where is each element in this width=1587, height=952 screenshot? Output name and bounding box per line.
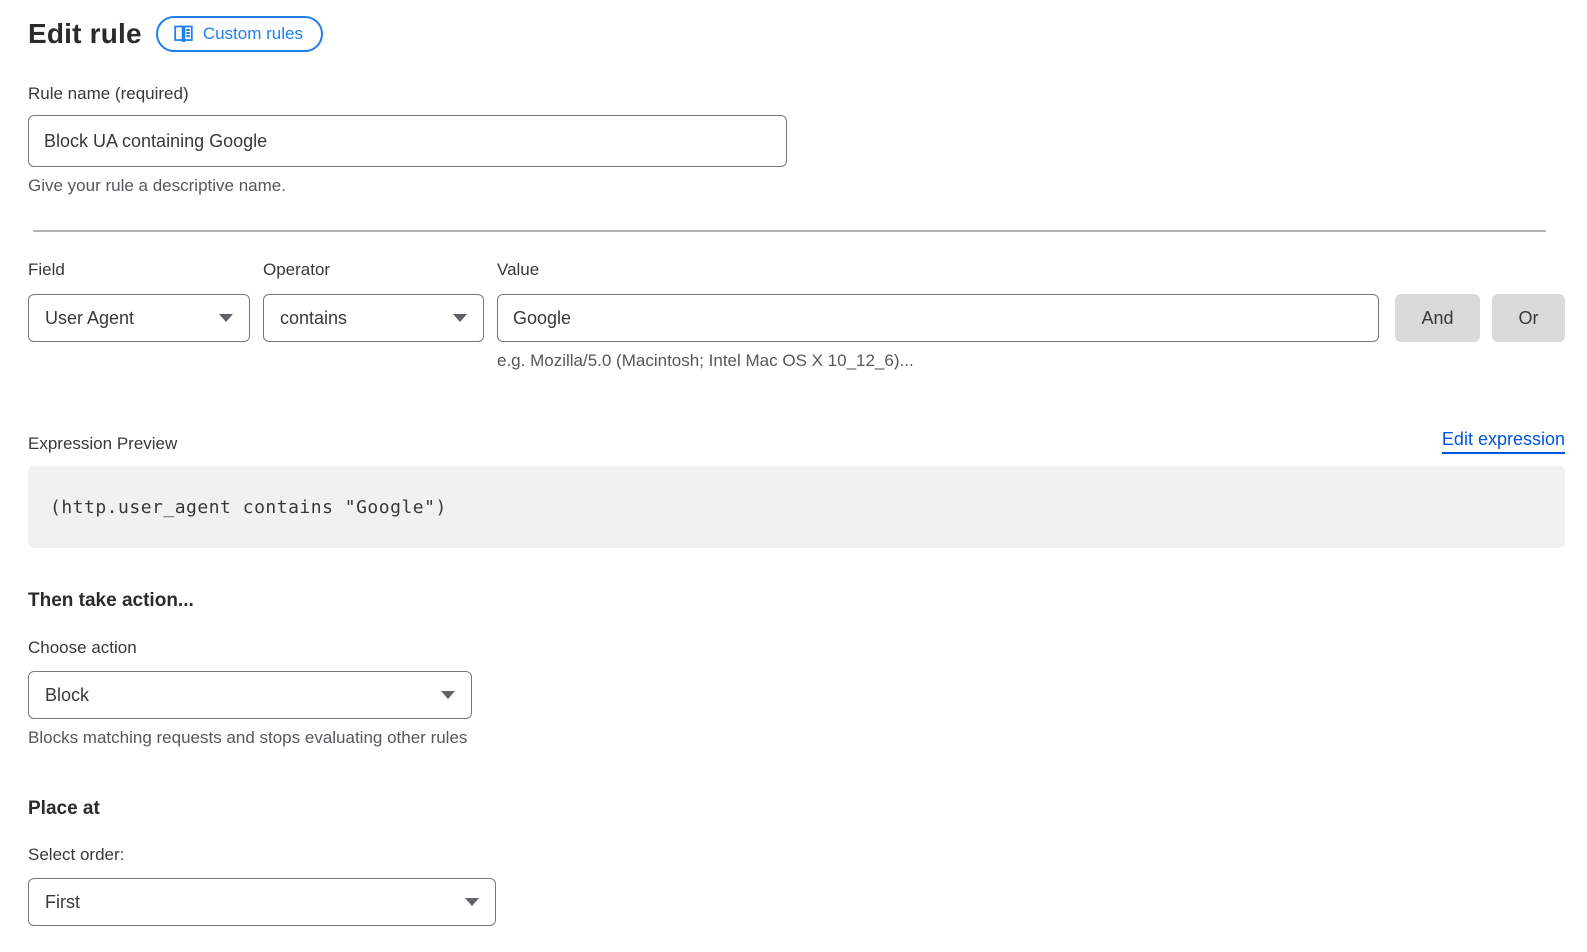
order-select-value: First [45, 892, 80, 913]
open-book-icon [173, 23, 194, 44]
page-title: Edit rule [28, 18, 142, 50]
value-label: Value [497, 260, 1379, 280]
order-select[interactable]: First [28, 878, 496, 926]
field-select[interactable]: User Agent [28, 294, 250, 342]
action-helper: Blocks matching requests and stops evalu… [28, 728, 1565, 748]
rule-name-label: Rule name (required) [28, 84, 1565, 104]
chevron-down-icon [219, 314, 233, 322]
operator-label: Operator [263, 260, 484, 280]
edit-expression-link[interactable]: Edit expression [1442, 429, 1565, 454]
chevron-down-icon [453, 314, 467, 322]
choose-action-label: Choose action [28, 638, 1565, 658]
field-select-value: User Agent [45, 308, 134, 329]
select-order-label: Select order: [28, 845, 1565, 865]
value-input[interactable] [497, 294, 1379, 342]
place-at-heading: Place at [28, 798, 1565, 820]
expression-preview-section: Expression Preview Edit expression (http… [28, 429, 1565, 548]
edit-rule-page: Edit rule Custom rules Rule name (requ [0, 0, 1587, 926]
page-header: Edit rule Custom rules [28, 16, 1565, 52]
field-label: Field [28, 260, 250, 280]
rule-name-input[interactable] [28, 115, 787, 167]
expression-preview-label: Expression Preview [28, 434, 177, 454]
operator-select-value: contains [280, 308, 347, 329]
custom-rules-button-label: Custom rules [203, 24, 303, 44]
chevron-down-icon [441, 691, 455, 699]
placement-section: Place at Select order: First [28, 798, 1565, 926]
action-select[interactable]: Block [28, 671, 472, 719]
custom-rules-button[interactable]: Custom rules [156, 16, 323, 52]
section-divider [33, 230, 1546, 232]
rule-name-section: Rule name (required) Give your rule a de… [28, 84, 1565, 196]
expression-code-box: (http.user_agent contains "Google") [28, 466, 1565, 548]
action-select-value: Block [45, 685, 89, 706]
value-helper: e.g. Mozilla/5.0 (Macintosh; Intel Mac O… [497, 351, 1565, 371]
expression-code: (http.user_agent contains "Google") [50, 497, 447, 518]
and-button[interactable]: And [1395, 294, 1480, 342]
chevron-down-icon [465, 898, 479, 906]
action-section: Then take action... Choose action Block … [28, 590, 1565, 748]
operator-select[interactable]: contains [263, 294, 484, 342]
or-button[interactable]: Or [1492, 294, 1565, 342]
action-heading: Then take action... [28, 590, 1565, 612]
rule-name-helper: Give your rule a descriptive name. [28, 176, 1565, 196]
condition-builder: Field User Agent Operator contains Value [28, 260, 1565, 371]
